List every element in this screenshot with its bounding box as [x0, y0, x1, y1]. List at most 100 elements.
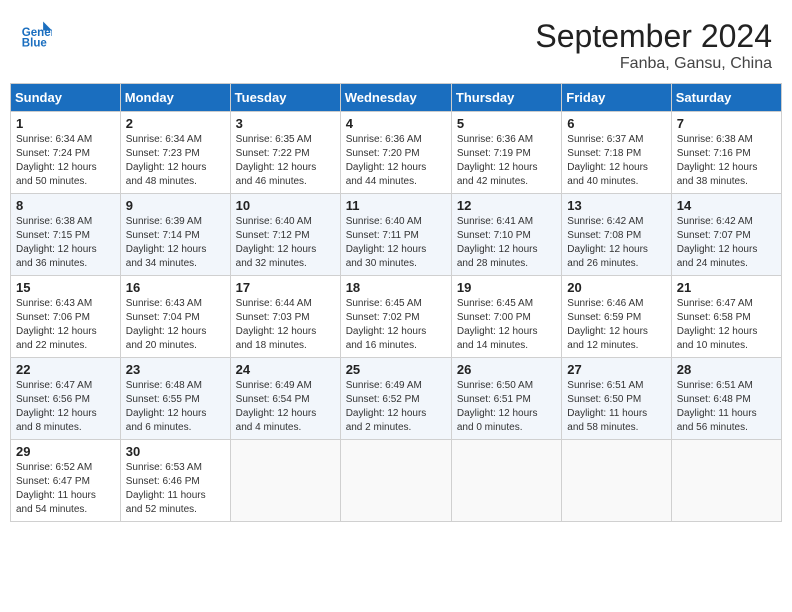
- day-number: 10: [236, 198, 335, 213]
- day-number: 14: [677, 198, 776, 213]
- day-info: Sunrise: 6:52 AM Sunset: 6:47 PM Dayligh…: [16, 461, 115, 517]
- day-info: Sunrise: 6:51 AM Sunset: 6:48 PM Dayligh…: [677, 379, 776, 435]
- svg-text:Blue: Blue: [22, 37, 48, 49]
- page-header: General Blue September 2024 Fanba, Gansu…: [10, 10, 782, 77]
- calendar-cell: 26 Sunrise: 6:50 AM Sunset: 6:51 PM Dayli…: [451, 358, 561, 440]
- month-title: September 2024: [535, 18, 772, 55]
- day-number: 16: [126, 280, 225, 295]
- calendar-cell: 7 Sunrise: 6:38 AM Sunset: 7:16 PM Daylig…: [671, 112, 781, 194]
- day-info: Sunrise: 6:38 AM Sunset: 7:16 PM Dayligh…: [677, 133, 776, 189]
- day-number: 29: [16, 444, 115, 459]
- day-info: Sunrise: 6:40 AM Sunset: 7:11 PM Dayligh…: [346, 215, 446, 271]
- calendar-cell: 27 Sunrise: 6:51 AM Sunset: 6:50 PM Dayli…: [562, 358, 671, 440]
- day-info: Sunrise: 6:45 AM Sunset: 7:00 PM Dayligh…: [457, 297, 556, 353]
- weekday-header-thursday: Thursday: [451, 84, 561, 112]
- calendar-cell: 23 Sunrise: 6:48 AM Sunset: 6:55 PM Dayli…: [120, 358, 230, 440]
- day-info: Sunrise: 6:45 AM Sunset: 7:02 PM Dayligh…: [346, 297, 446, 353]
- day-number: 30: [126, 444, 225, 459]
- day-number: 4: [346, 116, 446, 131]
- calendar-cell: 25 Sunrise: 6:49 AM Sunset: 6:52 PM Dayli…: [340, 358, 451, 440]
- day-info: Sunrise: 6:49 AM Sunset: 6:52 PM Dayligh…: [346, 379, 446, 435]
- calendar-cell: [451, 440, 561, 522]
- day-number: 7: [677, 116, 776, 131]
- day-number: 13: [567, 198, 665, 213]
- day-number: 1: [16, 116, 115, 131]
- day-info: Sunrise: 6:43 AM Sunset: 7:06 PM Dayligh…: [16, 297, 115, 353]
- day-number: 5: [457, 116, 556, 131]
- calendar-cell: 28Sunrise: 6:51 AM Sunset: 6:48 PM Dayli…: [671, 358, 781, 440]
- calendar-cell: 5 Sunrise: 6:36 AM Sunset: 7:19 PM Daylig…: [451, 112, 561, 194]
- calendar-cell: 29 Sunrise: 6:52 AM Sunset: 6:47 PM Dayli…: [11, 440, 121, 522]
- calendar-cell: 17 Sunrise: 6:44 AM Sunset: 7:03 PM Dayli…: [230, 276, 340, 358]
- day-info: Sunrise: 6:38 AM Sunset: 7:15 PM Dayligh…: [16, 215, 115, 271]
- calendar-cell: 13Sunrise: 6:42 AM Sunset: 7:08 PM Dayli…: [562, 194, 671, 276]
- day-number: 12: [457, 198, 556, 213]
- weekday-header-saturday: Saturday: [671, 84, 781, 112]
- day-info: Sunrise: 6:37 AM Sunset: 7:18 PM Dayligh…: [567, 133, 665, 189]
- day-number: 11: [346, 198, 446, 213]
- calendar-cell: 21Sunrise: 6:47 AM Sunset: 6:58 PM Dayli…: [671, 276, 781, 358]
- calendar-cell: [230, 440, 340, 522]
- calendar-cell: 15 Sunrise: 6:43 AM Sunset: 7:06 PM Dayli…: [11, 276, 121, 358]
- day-info: Sunrise: 6:53 AM Sunset: 6:46 PM Dayligh…: [126, 461, 225, 517]
- calendar-cell: [671, 440, 781, 522]
- calendar-cell: 8 Sunrise: 6:38 AM Sunset: 7:15 PM Daylig…: [11, 194, 121, 276]
- weekday-header-monday: Monday: [120, 84, 230, 112]
- day-info: Sunrise: 6:43 AM Sunset: 7:04 PM Dayligh…: [126, 297, 225, 353]
- calendar-cell: 12 Sunrise: 6:41 AM Sunset: 7:10 PM Dayli…: [451, 194, 561, 276]
- day-number: 18: [346, 280, 446, 295]
- day-info: Sunrise: 6:42 AM Sunset: 7:07 PM Dayligh…: [677, 215, 776, 271]
- calendar-cell: 30 Sunrise: 6:53 AM Sunset: 6:46 PM Dayli…: [120, 440, 230, 522]
- day-number: 17: [236, 280, 335, 295]
- location: Fanba, Gansu, China: [535, 55, 772, 73]
- logo: General Blue: [20, 18, 52, 50]
- day-info: Sunrise: 6:34 AM Sunset: 7:24 PM Dayligh…: [16, 133, 115, 189]
- calendar-cell: 3 Sunrise: 6:35 AM Sunset: 7:22 PM Daylig…: [230, 112, 340, 194]
- day-number: 22: [16, 362, 115, 377]
- day-number: 19: [457, 280, 556, 295]
- day-number: 23: [126, 362, 225, 377]
- day-number: 26: [457, 362, 556, 377]
- day-number: 15: [16, 280, 115, 295]
- day-info: Sunrise: 6:46 AM Sunset: 6:59 PM Dayligh…: [567, 297, 665, 353]
- calendar-cell: 16 Sunrise: 6:43 AM Sunset: 7:04 PM Dayli…: [120, 276, 230, 358]
- day-info: Sunrise: 6:35 AM Sunset: 7:22 PM Dayligh…: [236, 133, 335, 189]
- day-number: 8: [16, 198, 115, 213]
- day-info: Sunrise: 6:48 AM Sunset: 6:55 PM Dayligh…: [126, 379, 225, 435]
- calendar-cell: 2 Sunrise: 6:34 AM Sunset: 7:23 PM Daylig…: [120, 112, 230, 194]
- day-info: Sunrise: 6:51 AM Sunset: 6:50 PM Dayligh…: [567, 379, 665, 435]
- calendar-cell: 24 Sunrise: 6:49 AM Sunset: 6:54 PM Dayli…: [230, 358, 340, 440]
- day-info: Sunrise: 6:36 AM Sunset: 7:19 PM Dayligh…: [457, 133, 556, 189]
- calendar-cell: 14 Sunrise: 6:42 AM Sunset: 7:07 PM Dayli…: [671, 194, 781, 276]
- weekday-header-wednesday: Wednesday: [340, 84, 451, 112]
- weekday-header-friday: Friday: [562, 84, 671, 112]
- calendar-cell: 1 Sunrise: 6:34 AM Sunset: 7:24 PM Daylig…: [11, 112, 121, 194]
- day-number: 24: [236, 362, 335, 377]
- calendar-cell: 6Sunrise: 6:37 AM Sunset: 7:18 PM Daylig…: [562, 112, 671, 194]
- calendar-cell: [562, 440, 671, 522]
- weekday-header-sunday: Sunday: [11, 84, 121, 112]
- day-info: Sunrise: 6:49 AM Sunset: 6:54 PM Dayligh…: [236, 379, 335, 435]
- day-number: 9: [126, 198, 225, 213]
- day-number: 27: [567, 362, 665, 377]
- calendar-cell: 9 Sunrise: 6:39 AM Sunset: 7:14 PM Daylig…: [120, 194, 230, 276]
- day-number: 3: [236, 116, 335, 131]
- day-info: Sunrise: 6:47 AM Sunset: 6:56 PM Dayligh…: [16, 379, 115, 435]
- calendar-cell: [340, 440, 451, 522]
- day-number: 20: [567, 280, 665, 295]
- day-info: Sunrise: 6:44 AM Sunset: 7:03 PM Dayligh…: [236, 297, 335, 353]
- logo-icon: General Blue: [20, 18, 52, 50]
- day-info: Sunrise: 6:34 AM Sunset: 7:23 PM Dayligh…: [126, 133, 225, 189]
- calendar-cell: 4Sunrise: 6:36 AM Sunset: 7:20 PM Daylig…: [340, 112, 451, 194]
- day-number: 2: [126, 116, 225, 131]
- day-info: Sunrise: 6:40 AM Sunset: 7:12 PM Dayligh…: [236, 215, 335, 271]
- day-info: Sunrise: 6:50 AM Sunset: 6:51 PM Dayligh…: [457, 379, 556, 435]
- day-number: 21: [677, 280, 776, 295]
- day-number: 25: [346, 362, 446, 377]
- title-block: September 2024 Fanba, Gansu, China: [535, 18, 772, 73]
- calendar-cell: 20 Sunrise: 6:46 AM Sunset: 6:59 PM Dayli…: [562, 276, 671, 358]
- day-info: Sunrise: 6:41 AM Sunset: 7:10 PM Dayligh…: [457, 215, 556, 271]
- calendar-cell: 11 Sunrise: 6:40 AM Sunset: 7:11 PM Dayli…: [340, 194, 451, 276]
- weekday-header-tuesday: Tuesday: [230, 84, 340, 112]
- day-info: Sunrise: 6:39 AM Sunset: 7:14 PM Dayligh…: [126, 215, 225, 271]
